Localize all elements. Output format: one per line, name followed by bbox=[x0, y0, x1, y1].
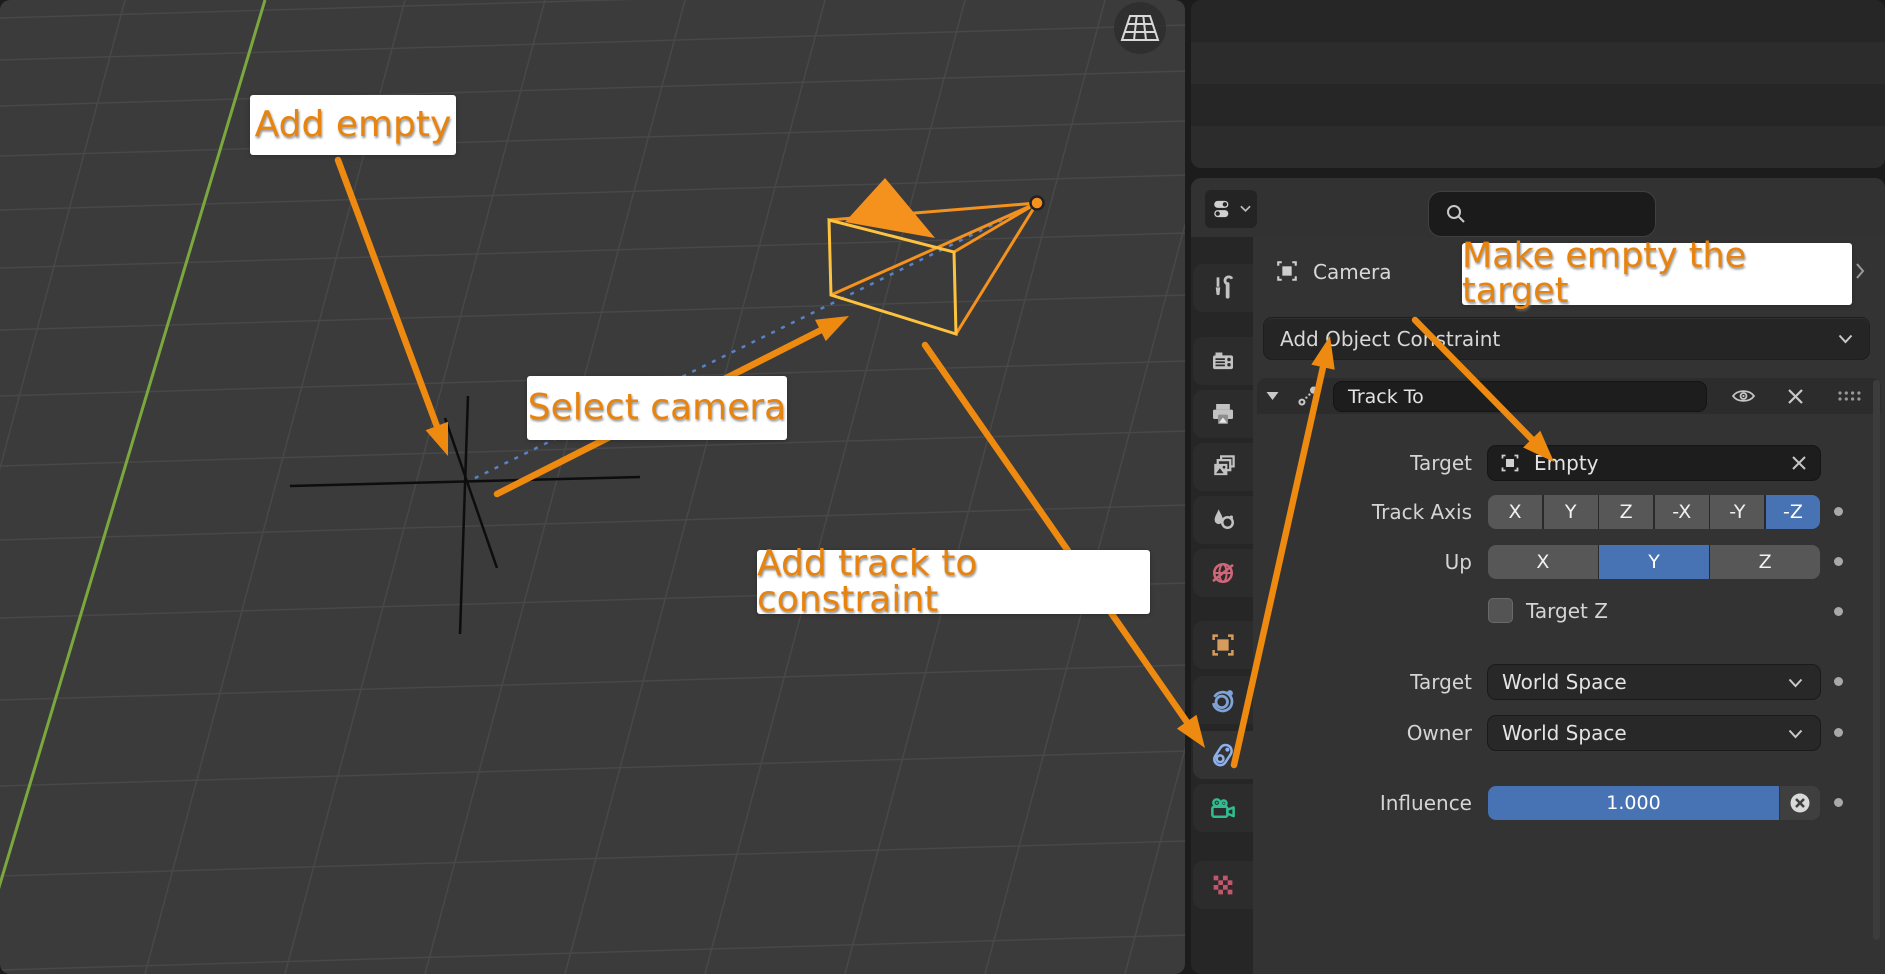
tool-icon bbox=[1208, 273, 1238, 303]
tab-texture[interactable] bbox=[1193, 861, 1253, 909]
influence-slider[interactable]: 1.000 bbox=[1488, 786, 1779, 820]
up-segment: X Y Z bbox=[1488, 545, 1820, 579]
object-icon bbox=[1498, 451, 1522, 475]
expand-triangle-icon[interactable] bbox=[1266, 391, 1279, 401]
camera-origin-dot bbox=[1031, 197, 1044, 210]
outliner-editor[interactable] bbox=[1191, 0, 1885, 168]
track-axis-label: Track Axis bbox=[1172, 498, 1472, 526]
properties-editor-icon bbox=[1211, 196, 1237, 222]
target-space-value: World Space bbox=[1488, 670, 1627, 694]
target-z-label: Target Z bbox=[1526, 597, 1608, 625]
owner-space-dropdown[interactable]: World Space bbox=[1488, 716, 1820, 750]
influence-label: Influence bbox=[1172, 789, 1472, 817]
camera-object[interactable] bbox=[829, 178, 1044, 334]
viewport-canvas bbox=[0, 0, 1185, 974]
chevron-right-icon bbox=[1854, 262, 1866, 280]
owner-space-animate-dot[interactable] bbox=[1834, 728, 1843, 737]
track-axis-y[interactable]: Y bbox=[1544, 495, 1598, 529]
chevron-down-icon bbox=[1788, 729, 1803, 739]
tab-object[interactable] bbox=[1193, 621, 1253, 669]
chevron-down-icon bbox=[1838, 334, 1853, 344]
search-input[interactable] bbox=[1428, 191, 1656, 237]
track-axis-neg-y[interactable]: -Y bbox=[1710, 495, 1764, 529]
annotation-add-empty: Add empty bbox=[250, 95, 456, 155]
search-icon bbox=[1445, 203, 1467, 225]
up-x[interactable]: X bbox=[1488, 545, 1598, 579]
influence-clear-button[interactable] bbox=[1780, 786, 1820, 820]
annotation-select-camera: Select camera bbox=[527, 376, 787, 440]
target-z-animate-dot[interactable] bbox=[1834, 607, 1843, 616]
annotation-make-empty-target: Make empty the target bbox=[1462, 243, 1852, 305]
circle-x-icon bbox=[1788, 791, 1812, 815]
add-object-constraint-label: Add Object Constraint bbox=[1264, 327, 1500, 351]
properties-scrollbar[interactable] bbox=[1873, 380, 1880, 940]
constraint-name: Track To bbox=[1334, 386, 1424, 408]
output-printer-icon bbox=[1208, 399, 1238, 429]
close-icon[interactable] bbox=[1787, 388, 1804, 405]
tab-tool[interactable] bbox=[1193, 264, 1253, 312]
add-object-constraint-button[interactable]: Add Object Constraint bbox=[1264, 318, 1869, 359]
target-object-value: Empty bbox=[1522, 451, 1599, 475]
up-label: Up bbox=[1172, 548, 1472, 576]
chevron-down-icon bbox=[1240, 205, 1251, 213]
target-object-field[interactable]: Empty bbox=[1488, 446, 1820, 480]
up-animate-dot[interactable] bbox=[1834, 557, 1843, 566]
track-axis-animate-dot[interactable] bbox=[1834, 507, 1843, 516]
tab-render[interactable] bbox=[1193, 337, 1253, 385]
chevron-down-icon bbox=[1788, 678, 1803, 688]
target-z-checkbox[interactable] bbox=[1488, 598, 1513, 623]
track-axis-neg-z[interactable]: -Z bbox=[1766, 495, 1820, 529]
editor-type-dropdown[interactable] bbox=[1205, 190, 1257, 228]
up-y[interactable]: Y bbox=[1599, 545, 1709, 579]
owner-space-label: Owner bbox=[1172, 719, 1472, 747]
render-icon bbox=[1208, 346, 1238, 376]
breadcrumb[interactable]: Camera bbox=[1313, 258, 1392, 286]
clear-target-icon[interactable] bbox=[1791, 455, 1807, 471]
target-space-label: Target bbox=[1172, 668, 1472, 696]
annotation-add-track-constraint: Add track to constraint bbox=[757, 550, 1150, 614]
object-icon bbox=[1208, 630, 1238, 660]
owner-space-value: World Space bbox=[1488, 721, 1627, 745]
track-axis-segment: X Y Z -X -Y -Z bbox=[1488, 495, 1820, 529]
texture-checker-icon bbox=[1208, 870, 1238, 900]
influence-value: 1.000 bbox=[1606, 792, 1660, 814]
3d-viewport[interactable] bbox=[0, 0, 1185, 974]
tab-output[interactable] bbox=[1193, 390, 1253, 438]
target-label: Target bbox=[1172, 449, 1472, 477]
camera-frustum-rect bbox=[829, 220, 956, 334]
up-z[interactable]: Z bbox=[1710, 545, 1820, 579]
blender-window: Camera Add Object Constraint Track To bbox=[0, 0, 1885, 974]
eye-visibility-icon[interactable] bbox=[1730, 385, 1757, 407]
target-space-animate-dot[interactable] bbox=[1834, 677, 1843, 686]
constraint-name-field[interactable]: Track To bbox=[1334, 382, 1706, 411]
target-space-dropdown[interactable]: World Space bbox=[1488, 665, 1820, 699]
viewport-grid-nav-button[interactable] bbox=[1114, 2, 1166, 54]
track-axis-x[interactable]: X bbox=[1488, 495, 1542, 529]
influence-animate-dot[interactable] bbox=[1834, 798, 1843, 807]
extras-grip-icon[interactable] bbox=[1838, 391, 1861, 401]
grid-lines bbox=[0, 0, 1185, 974]
track-axis-neg-x[interactable]: -X bbox=[1655, 495, 1709, 529]
object-icon bbox=[1273, 257, 1301, 285]
grid-y-axis-green bbox=[0, 0, 265, 974]
track-axis-z[interactable]: Z bbox=[1599, 495, 1653, 529]
track-to-constraint-icon bbox=[1294, 382, 1322, 410]
